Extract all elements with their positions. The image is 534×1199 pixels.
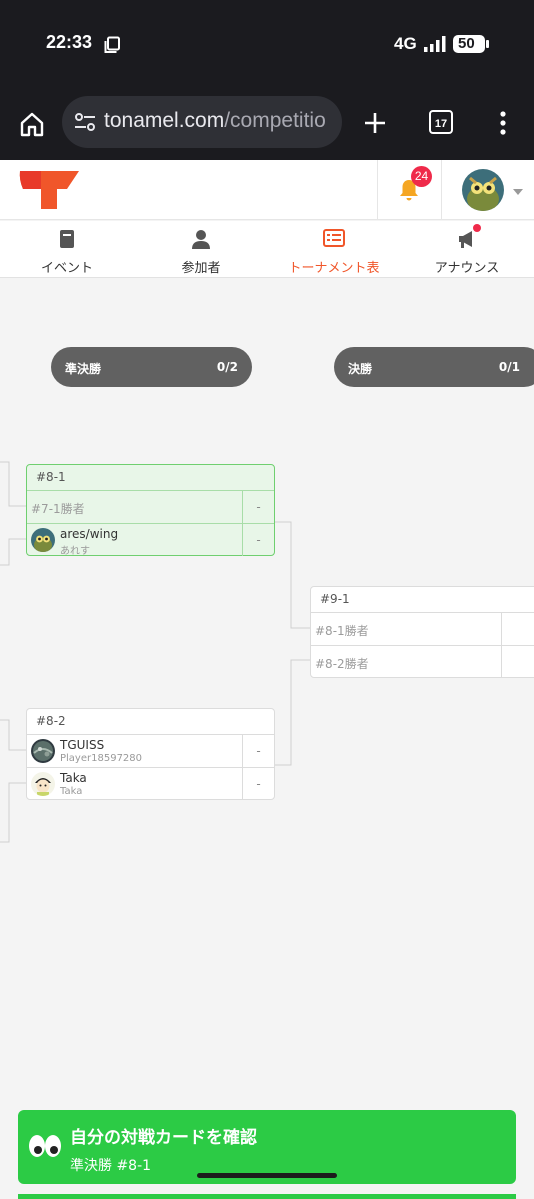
player-name: ares/wing: [60, 527, 119, 541]
banner-edge: [18, 1194, 516, 1199]
match-id: #8-2: [36, 714, 66, 728]
banner-subtitle: 準決勝 #8-1: [70, 1158, 152, 1174]
slot-score: -: [242, 491, 274, 523]
match-slot: #7-1勝者 -: [27, 490, 274, 523]
player-avatar: [31, 772, 55, 796]
match-card-8-2[interactable]: #8-2 TGUISS Player18597280 - Taka Taka -: [26, 708, 275, 800]
eyes-icon: [29, 1135, 61, 1157]
slot-score: -: [242, 524, 274, 556]
slot-score: -: [242, 768, 274, 800]
match-slot: Taka Taka -: [27, 767, 274, 800]
match-slot: ares/wing あれす -: [27, 523, 274, 557]
player-avatar: [31, 528, 55, 552]
player-handle: あれす: [60, 546, 90, 557]
match-id: #8-1: [36, 470, 66, 484]
slot-score: -: [242, 735, 274, 767]
slot-score: [501, 646, 533, 678]
match-slot: #8-1勝者: [311, 612, 534, 645]
slot-placeholder: #7-1勝者: [31, 502, 85, 516]
home-indicator: [197, 1173, 337, 1178]
player-name: Taka: [60, 771, 87, 785]
match-id: #9-1: [320, 592, 350, 606]
slot-score: [501, 613, 533, 645]
player-avatar: [31, 739, 55, 763]
banner-title: 自分の対戦カードを確認: [70, 1128, 257, 1148]
player-handle: Player18597280: [60, 753, 143, 764]
match-card-9-1[interactable]: #9-1 #8-1勝者 #8-2勝者: [310, 586, 534, 678]
slot-placeholder: #8-1勝者: [315, 624, 369, 638]
player-handle: Taka: [60, 786, 83, 797]
match-slot: TGUISS Player18597280 -: [27, 734, 274, 767]
match-card-8-1[interactable]: #8-1 #7-1勝者 - ares/wing あれす -: [26, 464, 275, 557]
match-slot: #8-2勝者: [311, 645, 534, 678]
player-name: TGUISS: [60, 738, 105, 752]
slot-placeholder: #8-2勝者: [315, 657, 369, 671]
